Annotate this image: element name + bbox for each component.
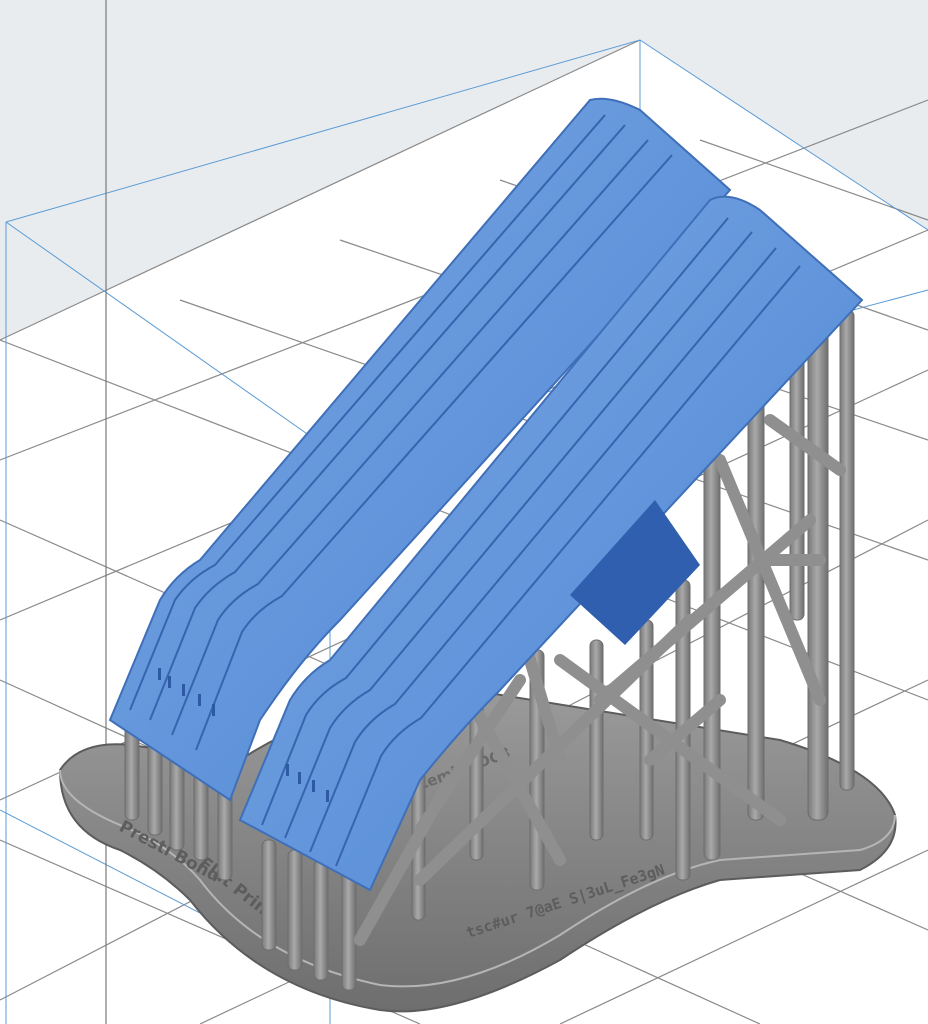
3d-viewport[interactable]: Presti Bond Flat Print tsc#ur 7@aE S|3uL…: [0, 0, 928, 1024]
